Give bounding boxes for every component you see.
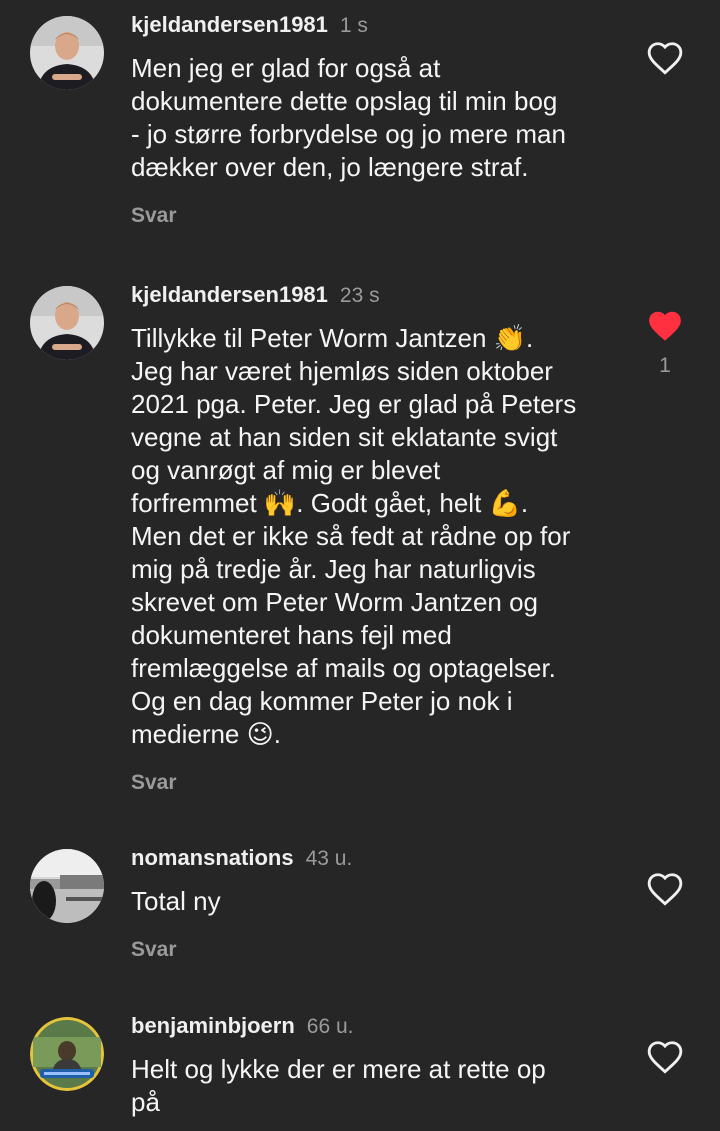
- man-portrait-avatar-icon: [30, 16, 104, 90]
- avatar[interactable]: [30, 1017, 104, 1091]
- username[interactable]: kjeldandersen1981: [131, 282, 328, 307]
- like-button[interactable]: [646, 871, 684, 907]
- outdoor-photo-avatar-icon: [30, 1017, 104, 1091]
- reply-button[interactable]: Svar: [131, 938, 621, 962]
- avatar[interactable]: [30, 849, 104, 923]
- comment-text: Helt og lykke der er mere at rette op på: [131, 1054, 546, 1117]
- reply-button[interactable]: Svar: [131, 204, 621, 228]
- comment-text: Men jeg er glad for også at dokumentere …: [131, 53, 566, 182]
- timestamp: 66 u.: [306, 1015, 354, 1038]
- timestamp: 1 s: [339, 14, 368, 37]
- reply-button[interactable]: Svar: [131, 771, 621, 795]
- bw-photo-avatar-icon: [30, 849, 104, 923]
- avatar[interactable]: [30, 286, 104, 360]
- timestamp: 23 s: [339, 284, 380, 307]
- username[interactable]: nomansnations: [131, 845, 294, 870]
- like-button[interactable]: [646, 40, 684, 76]
- like-button[interactable]: [646, 308, 684, 344]
- heart-outline-icon: [647, 42, 683, 75]
- man-portrait-avatar-icon: [30, 286, 104, 360]
- timestamp: 43 u.: [305, 847, 353, 870]
- comment-text: Tillykke til Peter Worm Jantzen 👏. Jeg h…: [131, 323, 577, 749]
- like-count: 1: [659, 354, 671, 377]
- username[interactable]: kjeldandersen1981: [131, 12, 328, 37]
- like-button[interactable]: [646, 1039, 684, 1075]
- username[interactable]: benjaminbjoern: [131, 1013, 295, 1038]
- comment-text: Total ny: [131, 886, 221, 916]
- heart-outline-icon: [647, 873, 683, 906]
- heart-filled-icon: [649, 311, 681, 341]
- avatar[interactable]: [30, 16, 104, 90]
- heart-outline-icon: [647, 1041, 683, 1074]
